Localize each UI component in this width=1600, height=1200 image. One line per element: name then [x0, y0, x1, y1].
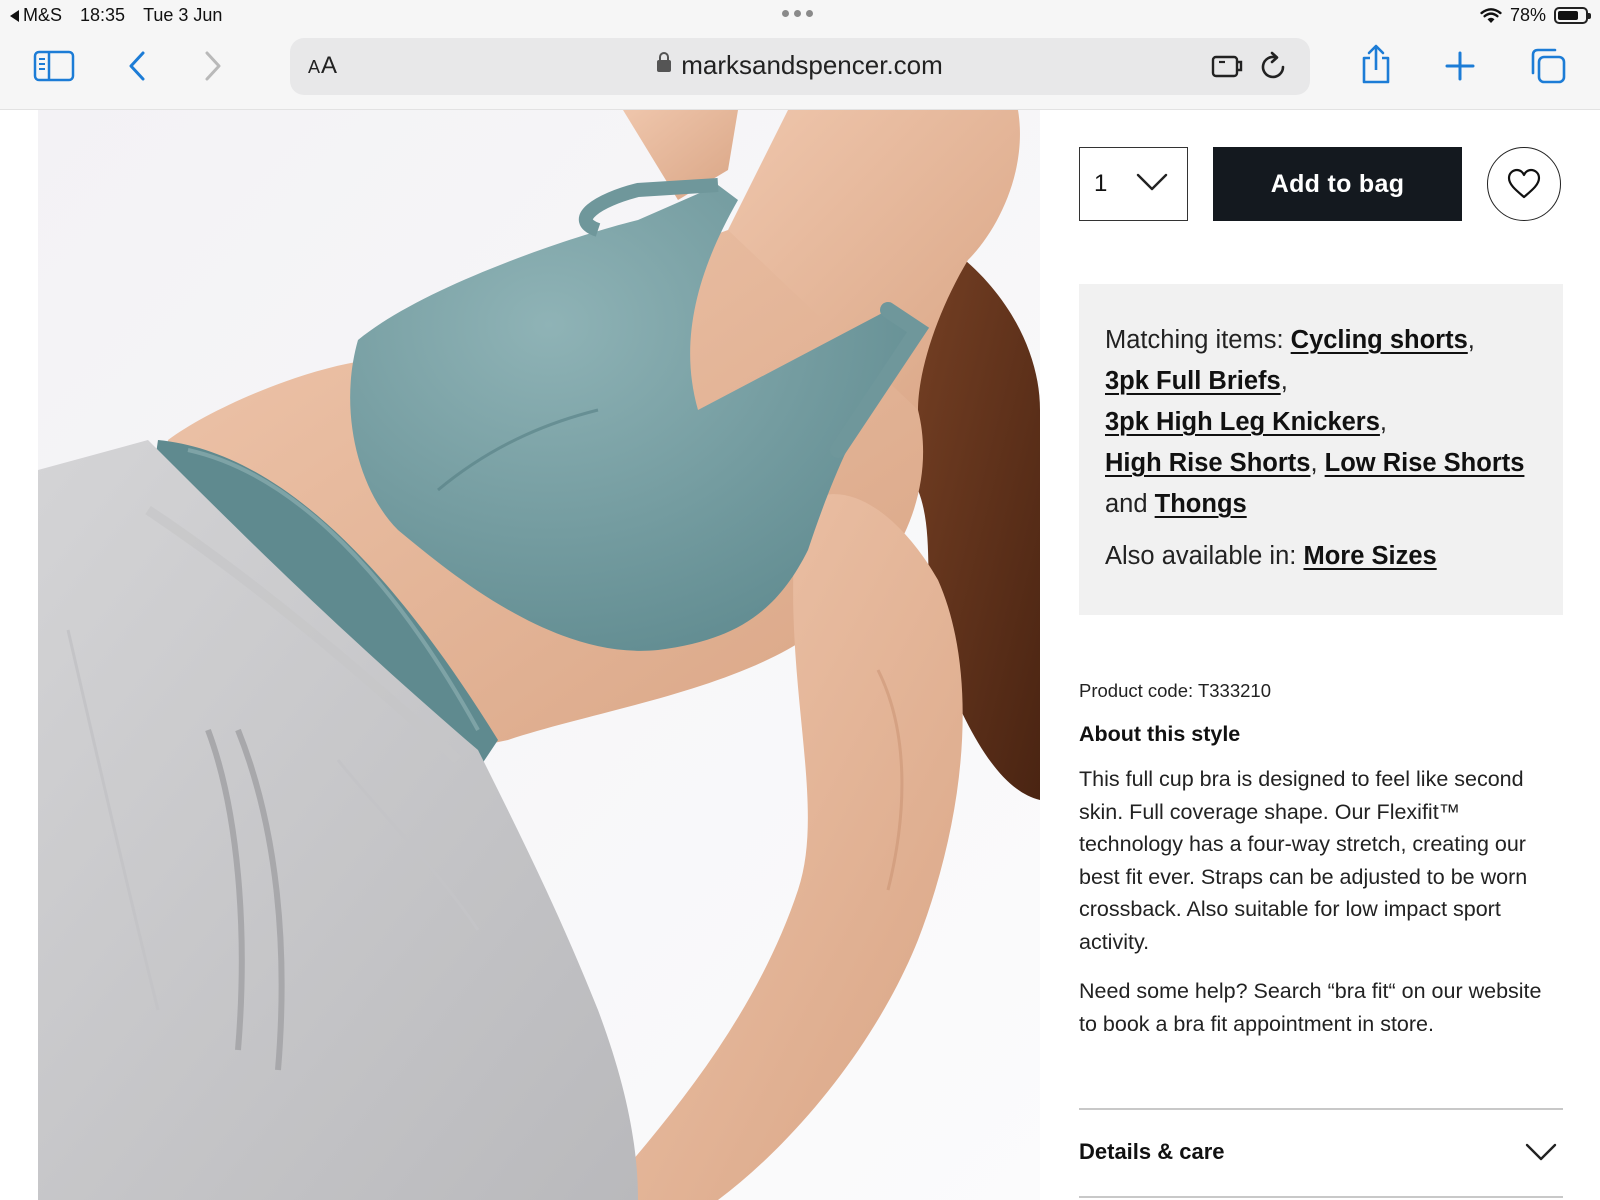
bra-fit-help-text: Need some help? Search “bra fit“ on our … — [1079, 979, 1542, 1036]
chevron-down-icon — [1136, 173, 1168, 191]
wifi-icon — [1480, 7, 1502, 23]
add-to-bag-button[interactable]: Add to bag — [1213, 147, 1462, 221]
product-image — [38, 110, 1040, 1200]
forward-icon[interactable] — [198, 48, 228, 84]
about-heading: About this style — [1079, 722, 1241, 746]
link-cycling-shorts[interactable]: Cycling shorts — [1291, 326, 1468, 354]
details-care-accordion[interactable]: Details & care — [1079, 1110, 1563, 1190]
heart-icon — [1507, 168, 1541, 199]
sidebar-icon[interactable] — [32, 48, 76, 84]
status-bar: M&S 18:35 Tue 3 Jun 78% — [0, 0, 1600, 32]
battery-icon — [1554, 7, 1591, 24]
multitasking-dots[interactable] — [782, 10, 813, 17]
link-3pk-high-leg-knickers[interactable]: 3pk High Leg Knickers — [1105, 408, 1380, 436]
link-low-rise-shorts[interactable]: Low Rise Shorts — [1325, 449, 1525, 477]
back-icon[interactable] — [122, 48, 152, 84]
back-app-label: M&S — [23, 5, 63, 25]
also-available-prefix: Also available in: — [1105, 542, 1297, 570]
battery-percent: 78% — [1509, 5, 1546, 25]
status-date: Tue 3 Jun — [143, 5, 223, 25]
product-code: Product code: T333210 — [1079, 680, 1271, 701]
tabs-icon[interactable] — [1528, 46, 1568, 86]
lock-icon — [657, 52, 672, 72]
browser-toolbar: AA marksandspencer.com — [0, 32, 1600, 110]
address-bar[interactable]: AA marksandspencer.com — [290, 38, 1310, 95]
quantity-value: 1 — [1094, 170, 1108, 197]
link-more-sizes[interactable]: More Sizes — [1303, 542, 1436, 570]
wishlist-button[interactable] — [1487, 147, 1561, 221]
matching-items-prefix: Matching items: — [1105, 326, 1284, 354]
matching-items-box: Matching items: Cycling shorts, 3pk Full… — [1079, 284, 1563, 615]
back-triangle-icon — [10, 9, 19, 22]
link-3pk-full-briefs[interactable]: 3pk Full Briefs — [1105, 367, 1281, 395]
link-thongs[interactable]: Thongs — [1155, 490, 1247, 518]
details-care-label: Details & care — [1079, 1139, 1225, 1164]
back-to-app-link[interactable]: M&S — [10, 5, 62, 26]
about-description: This full cup bra is designed to feel li… — [1079, 767, 1528, 954]
quantity-select[interactable]: 1 — [1079, 147, 1188, 221]
share-icon[interactable] — [1358, 42, 1394, 86]
link-high-rise-shorts[interactable]: High Rise Shorts — [1105, 449, 1310, 477]
url-text: marksandspencer.com — [681, 50, 943, 80]
status-time: 18:35 — [80, 5, 126, 25]
new-tab-icon[interactable] — [1442, 48, 1478, 84]
divider — [1079, 1196, 1563, 1198]
extension-icon[interactable] — [1210, 50, 1246, 82]
and-word: and — [1105, 490, 1148, 518]
chevron-down-icon — [1525, 1143, 1557, 1161]
purchase-row: 1 Add to bag — [1079, 147, 1563, 221]
reload-icon[interactable] — [1258, 50, 1290, 82]
